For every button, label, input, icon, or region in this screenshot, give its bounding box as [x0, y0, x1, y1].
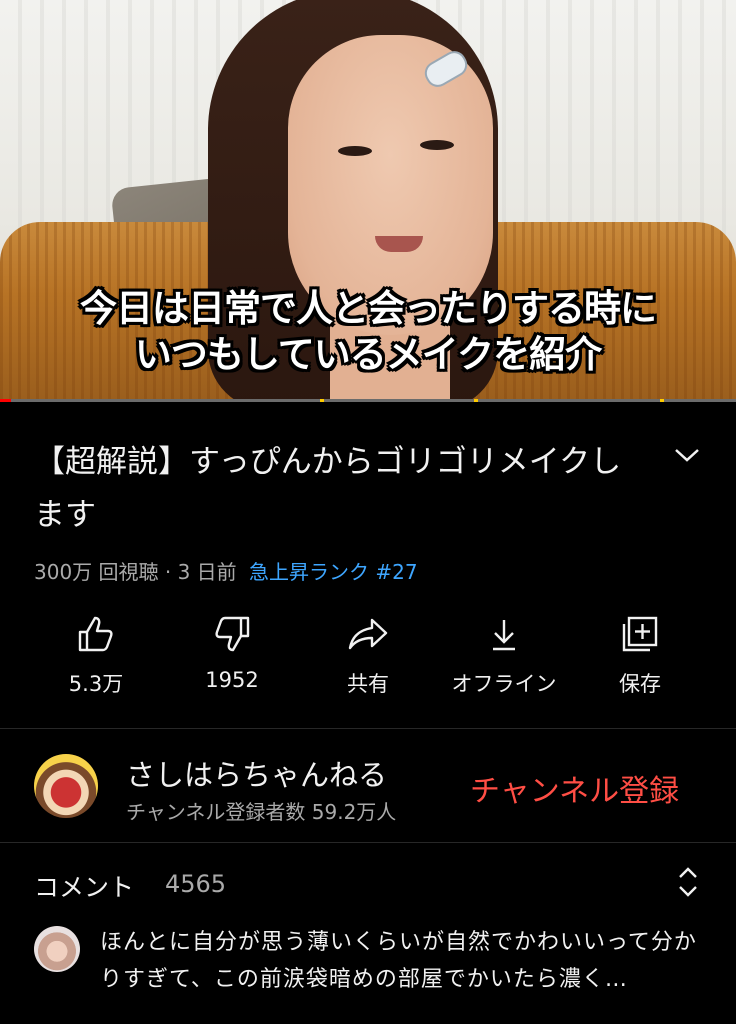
commenter-avatar: [34, 926, 80, 972]
thumbs-down-icon: [215, 616, 250, 652]
video-caption: 今日は日常で人と会ったりする時に いつもしているメイクを紹介: [0, 286, 736, 378]
dislike-count: 1952: [205, 668, 259, 692]
video-caption-line1: 今日は日常で人と会ったりする時に: [80, 287, 657, 330]
save-to-playlist-icon: [622, 616, 658, 652]
channel-avatar[interactable]: [34, 754, 98, 818]
comments-count: 4565: [165, 870, 227, 898]
subscriber-count: チャンネル登録者数 59.2万人: [126, 800, 397, 824]
channel-name[interactable]: さしはらちゃんねる: [126, 752, 387, 794]
video-progress-bar[interactable]: [0, 399, 736, 402]
share-button[interactable]: 共有: [298, 614, 438, 698]
video-meta: 300万 回視聴 · 3 日前 急上昇ランク #27: [34, 556, 418, 585]
dislike-button[interactable]: 1952: [162, 614, 302, 692]
chevron-down-icon[interactable]: [670, 440, 704, 470]
comments-label[interactable]: コメント: [34, 868, 134, 904]
video-caption-line2: いつもしているメイクを紹介: [134, 333, 602, 376]
subscribe-button[interactable]: チャンネル登録: [470, 766, 679, 810]
share-icon: [348, 618, 388, 650]
trending-rank-link[interactable]: 急上昇ランク #27: [249, 560, 418, 584]
video-title[interactable]: 【超解説】すっぴんからゴリゴリメイクします: [34, 436, 634, 542]
like-button[interactable]: 5.3万: [26, 614, 166, 698]
thumbs-up-icon: [78, 616, 113, 652]
ad-marker: [320, 399, 324, 402]
download-label: オフライン: [451, 672, 557, 696]
video-frame-eye: [338, 146, 372, 156]
video-player[interactable]: 今日は日常で人と会ったりする時に いつもしているメイクを紹介: [0, 0, 736, 402]
video-progress-fill: [0, 399, 12, 402]
view-count-and-date: 300万 回視聴 · 3 日前: [34, 560, 237, 584]
download-button[interactable]: オフライン: [434, 614, 574, 698]
download-icon: [493, 620, 515, 651]
divider: [0, 842, 736, 843]
top-comment-text[interactable]: ほんとに自分が思う薄いくらいが自然でかわいいって分かりすぎて、この前涙袋暗めの部…: [100, 924, 710, 998]
unfold-icon[interactable]: [674, 862, 702, 902]
divider: [0, 728, 736, 729]
ad-marker: [474, 399, 478, 402]
share-label: 共有: [347, 672, 389, 696]
action-bar: 5.3万 1952 共有 オフライン 保存: [0, 614, 736, 704]
save-label: 保存: [619, 672, 661, 696]
video-frame-eye: [420, 140, 454, 150]
ad-marker: [660, 399, 664, 402]
like-count: 5.3万: [68, 672, 124, 696]
save-button[interactable]: 保存: [570, 614, 710, 698]
